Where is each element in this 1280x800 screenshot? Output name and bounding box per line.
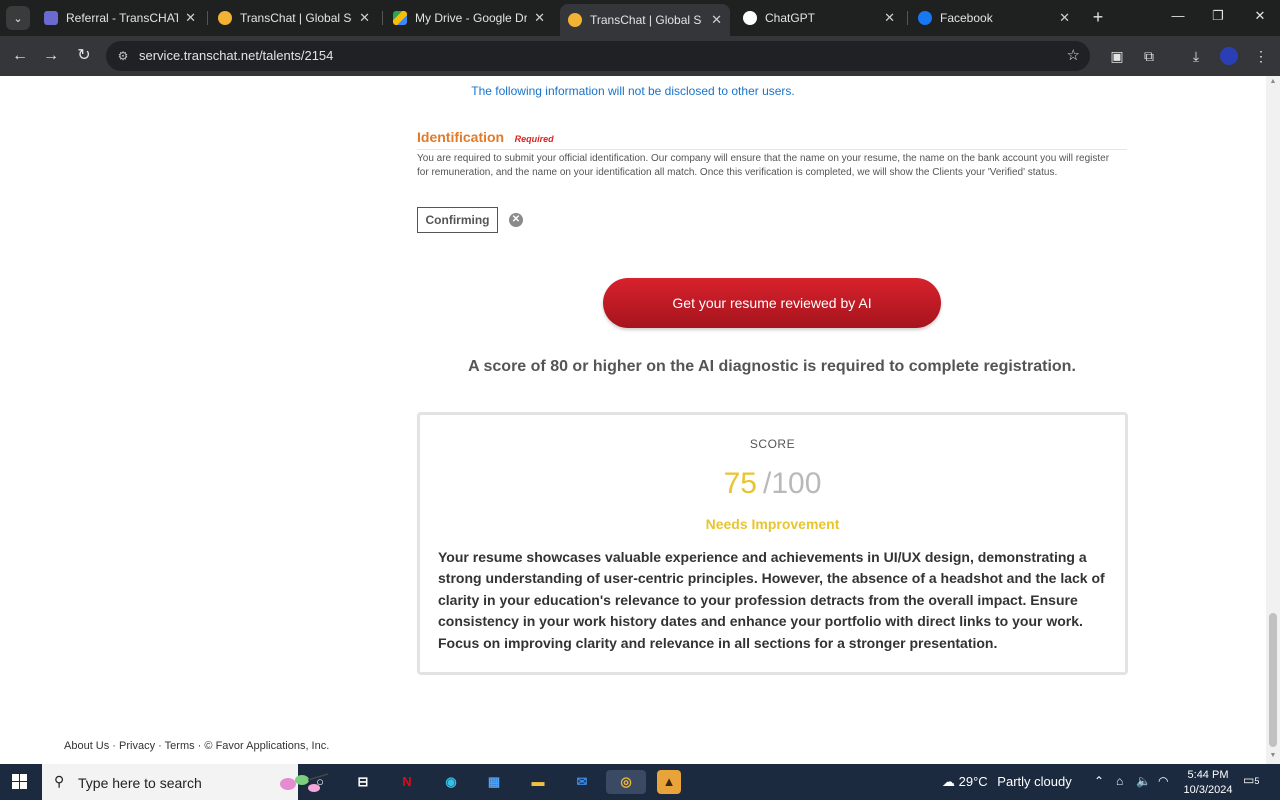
about-us-link[interactable]: About Us bbox=[64, 740, 109, 752]
required-tag: Required bbox=[514, 134, 554, 144]
tab-divider bbox=[382, 11, 383, 25]
download-icon[interactable]: ⤓ bbox=[1187, 47, 1205, 65]
netflix-app-icon[interactable]: N bbox=[395, 770, 419, 794]
close-tab-icon[interactable]: ✕ bbox=[179, 10, 196, 26]
tab-chatgpt[interactable]: ChatGPT ✕ bbox=[735, 4, 903, 32]
address-bar[interactable]: ⚙ service.transchat.net/talents/2154 ☆ bbox=[106, 41, 1090, 71]
close-tab-icon[interactable]: ✕ bbox=[528, 10, 545, 26]
google-drive-favicon-icon bbox=[393, 11, 407, 25]
restore-icon[interactable]: ❐ bbox=[1208, 8, 1228, 24]
tab-title: TransChat | Global Soun bbox=[240, 11, 352, 25]
score-label: SCORE bbox=[749, 437, 796, 451]
browser-toolbar: ← → ↻ ⚙ service.transchat.net/talents/21… bbox=[0, 36, 1280, 76]
clock-time: 5:44 PM bbox=[1187, 769, 1229, 781]
forward-arrow-icon[interactable]: → bbox=[41, 46, 61, 66]
facebook-favicon-icon bbox=[918, 11, 932, 25]
tab-divider bbox=[207, 11, 208, 25]
windows-taskbar: ⚲ Type here to search ○ ⊟ N ◉ ▦ ▬ ✉ ◎ ▲ … bbox=[0, 764, 1280, 800]
identification-description: You are required to submit your official… bbox=[417, 153, 1110, 178]
score-value: 75/100 bbox=[420, 467, 1125, 501]
score-card: SCORE 75/100 Needs Improvement Your resu… bbox=[417, 412, 1128, 675]
score-requirement-note: A score of 80 or higher on the AI diagno… bbox=[468, 358, 1076, 375]
profile-avatar[interactable] bbox=[1220, 47, 1238, 65]
score-status: Needs Improvement bbox=[705, 516, 840, 532]
weather-temperature: 29°C bbox=[958, 774, 988, 789]
browser-menu-icon[interactable]: ⋮ bbox=[1252, 47, 1270, 65]
weather-widget[interactable]: ☁ 29°C Partly cloudy bbox=[942, 774, 1072, 790]
minimize-icon[interactable]: — bbox=[1168, 8, 1188, 23]
score-max: /100 bbox=[762, 467, 822, 500]
search-icon: ⚲ bbox=[54, 773, 65, 789]
extension-square-icon[interactable]: ▣ bbox=[1108, 47, 1126, 65]
volume-icon[interactable]: 🔈 bbox=[1136, 774, 1151, 788]
reload-icon[interactable]: ↻ bbox=[74, 46, 94, 66]
chatgpt-favicon-icon bbox=[743, 11, 757, 25]
close-tab-icon[interactable]: ✕ bbox=[1053, 10, 1070, 26]
close-tab-icon[interactable]: ✕ bbox=[705, 12, 722, 28]
notification-center-icon[interactable]: ▭5 bbox=[1243, 773, 1261, 791]
close-tab-icon[interactable]: ✕ bbox=[878, 10, 895, 26]
new-tab-button[interactable]: + bbox=[1088, 7, 1108, 27]
terms-link[interactable]: Terms bbox=[165, 740, 195, 752]
close-tab-icon[interactable]: ✕ bbox=[353, 10, 370, 26]
scroll-up-icon[interactable]: ▲ bbox=[1269, 78, 1277, 85]
referral-favicon-icon bbox=[44, 11, 58, 25]
tray-chevron-up-icon[interactable]: ⌃ bbox=[1094, 774, 1104, 788]
tab-divider bbox=[907, 11, 908, 25]
edge-app-icon[interactable]: ◉ bbox=[439, 770, 463, 794]
task-view-cortana-icon[interactable]: ○ bbox=[308, 770, 332, 794]
identification-title: Identification bbox=[417, 129, 505, 145]
tab-title: Facebook bbox=[940, 11, 993, 25]
tab-facebook[interactable]: Facebook ✕ bbox=[910, 4, 1078, 32]
extensions-puzzle-icon[interactable]: ⧉ bbox=[1140, 47, 1158, 65]
taskbar-search[interactable]: ⚲ Type here to search bbox=[42, 764, 329, 800]
scrollbar-thumb[interactable] bbox=[1269, 613, 1277, 747]
confirming-status-button[interactable]: Confirming bbox=[417, 207, 498, 233]
scroll-down-icon[interactable]: ▼ bbox=[1269, 752, 1277, 759]
tab-transchat-active[interactable]: TransChat | Global Soun ✕ bbox=[560, 4, 730, 36]
windows-start-icon[interactable] bbox=[12, 774, 28, 790]
search-placeholder: Type here to search bbox=[78, 775, 202, 791]
copyright-text: © Favor Applications, Inc. bbox=[204, 740, 330, 752]
privacy-link[interactable]: Privacy bbox=[119, 740, 155, 752]
mail-app-icon[interactable]: ✉ bbox=[570, 770, 594, 794]
identification-header: Identification Required bbox=[417, 129, 1127, 150]
disclosure-note: The following information will not be di… bbox=[471, 84, 795, 98]
tab-title: TransChat | Global Soun bbox=[590, 13, 702, 27]
page-footer: About Us · Privacy · Terms · © Favor App… bbox=[64, 740, 330, 752]
page-viewport: The following information will not be di… bbox=[0, 76, 1266, 764]
tab-title: Referral - TransCHAT ins bbox=[66, 11, 178, 25]
taskbar-clock[interactable]: 5:44 PM 10/3/2024 bbox=[1180, 768, 1236, 798]
clock-date: 10/3/2024 bbox=[1183, 784, 1233, 796]
score-feedback: Your resume showcases valuable experienc… bbox=[438, 549, 1105, 651]
weather-description: Partly cloudy bbox=[997, 774, 1072, 789]
weather-cloud-icon: ☁ bbox=[942, 774, 959, 789]
close-window-icon[interactable]: ✕ bbox=[1250, 8, 1270, 24]
remove-circle-icon[interactable]: ✕ bbox=[509, 213, 523, 227]
transchat-favicon-icon bbox=[218, 11, 232, 25]
tab-google-drive[interactable]: My Drive - Google Drive ✕ bbox=[385, 4, 553, 32]
back-arrow-icon[interactable]: ← bbox=[10, 46, 30, 66]
transchat-favicon-icon bbox=[568, 13, 582, 27]
task-view-icon[interactable]: ⊟ bbox=[351, 770, 375, 794]
ai-review-button[interactable]: Get your resume reviewed by AI bbox=[603, 278, 941, 328]
tab-search-button[interactable]: ⌄ bbox=[6, 6, 30, 30]
tab-referral[interactable]: Referral - TransCHAT ins ✕ bbox=[36, 4, 204, 32]
chrome-app-icon[interactable]: ◎ bbox=[606, 770, 646, 794]
site-info-icon[interactable]: ⚙ bbox=[114, 47, 132, 65]
wifi-icon[interactable]: ◠ bbox=[1158, 774, 1168, 788]
page-scrollbar[interactable]: ▲ ▼ bbox=[1266, 76, 1280, 764]
cat-app-icon[interactable]: ▲ bbox=[657, 770, 681, 794]
meet-now-icon[interactable]: ⌂ bbox=[1116, 774, 1123, 788]
tab-transchat-1[interactable]: TransChat | Global Soun ✕ bbox=[210, 4, 378, 32]
url-text[interactable]: service.transchat.net/talents/2154 bbox=[139, 48, 333, 63]
bookmark-star-icon[interactable]: ☆ bbox=[1067, 46, 1080, 64]
file-explorer-icon[interactable]: ▬ bbox=[526, 770, 550, 794]
notification-count: 5 bbox=[1254, 776, 1260, 786]
score-number: 75 bbox=[723, 467, 757, 500]
microsoft-store-icon[interactable]: ▦ bbox=[482, 770, 506, 794]
browser-tab-strip: ⌄ Referral - TransCHAT ins ✕ TransChat |… bbox=[0, 0, 1280, 36]
tab-title: ChatGPT bbox=[765, 11, 816, 25]
tab-title: My Drive - Google Drive bbox=[415, 11, 527, 25]
